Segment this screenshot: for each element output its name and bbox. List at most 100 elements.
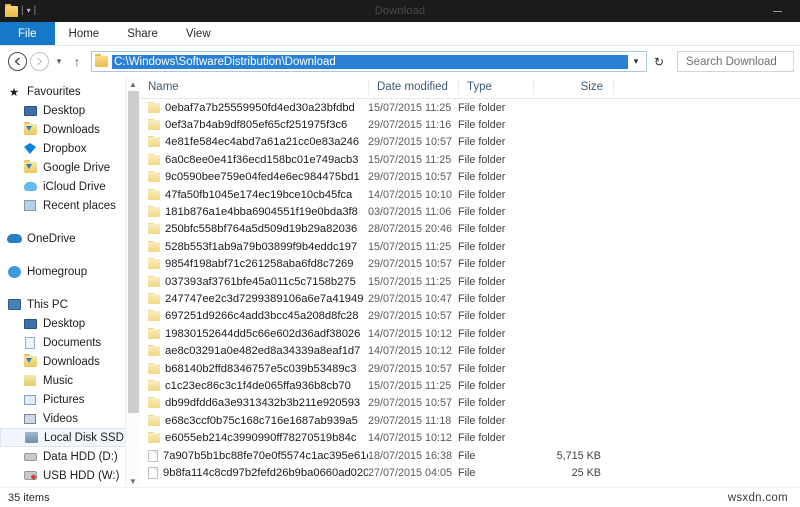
table-row[interactable]: 250bfc558bf764a5d509d19b29a82036 28/07/20…: [140, 221, 800, 238]
file-name-label: 0ebaf7a7b25559950fd4ed30a23bfdbd: [165, 101, 355, 114]
table-row[interactable]: b68140b2ffd8346757e5c039b53489c3 29/07/20…: [140, 360, 800, 377]
table-row[interactable]: e68c3ccf0b75c168c716e1687ab939a5 29/07/20…: [140, 412, 800, 429]
file-type-cell: File: [458, 466, 476, 479]
cloud-icon: [22, 182, 38, 191]
sidebar-item-google-drive[interactable]: Google Drive: [0, 158, 140, 177]
scroll-up-icon[interactable]: ▲: [126, 77, 141, 91]
sidebar-item-icloud-drive[interactable]: iCloud Drive: [0, 177, 140, 196]
sidebar-item-recent-places[interactable]: Recent places: [0, 196, 140, 215]
table-row[interactable]: 697251d9266c4add3bcc45a208d8fc28 29/07/20…: [140, 308, 800, 325]
table-row[interactable]: db99dfdd6a3e9313432b3b211e920593 29/07/20…: [140, 395, 800, 412]
table-row[interactable]: 7a907b5b1bc88fe70e0f5574c1ac395e61ce... 1…: [140, 447, 800, 464]
column-header-name[interactable]: Name: [140, 80, 368, 95]
minimize-button[interactable]: [764, 0, 790, 22]
disk-icon: [23, 432, 39, 443]
folder-icon: [148, 153, 160, 165]
sidebar-item-data-hdd-d[interactable]: Data HDD (D:): [0, 447, 140, 466]
folder-icon: [148, 171, 160, 183]
table-row[interactable]: 247747ee2c3d7299389106a6e7a41949 29/07/20…: [140, 290, 800, 307]
file-date-cell: 15/07/2015 11:25: [368, 240, 452, 253]
sidebar-item-homegroup[interactable]: Homegroup: [0, 262, 140, 281]
table-row[interactable]: 6a0c8ee0e41f36ecd158bc01e749acb3 15/07/20…: [140, 151, 800, 168]
search-input[interactable]: Search Download: [677, 51, 794, 72]
table-row[interactable]: 181b876a1e4bba6904551f19e0bda3f8 03/07/20…: [140, 203, 800, 220]
sidebar-item-local-disk-c[interactable]: Local Disk SSD (C:): [0, 428, 140, 447]
table-row[interactable]: c1c23ec86c3c1f4de065ffa936b8cb70 15/07/20…: [140, 377, 800, 394]
table-row[interactable]: 0ef3a7b4ab9df805ef65cf251975f3c6 29/07/20…: [140, 116, 800, 133]
file-date-cell: 29/07/2015 10:57: [368, 258, 453, 271]
sidebar-item-dropbox[interactable]: Dropbox: [0, 139, 140, 158]
back-button[interactable]: [8, 52, 27, 71]
sidebar-item-pc-downloads[interactable]: Downloads: [0, 352, 140, 371]
file-type-cell: File folder: [458, 101, 506, 114]
sidebar-item-pictures[interactable]: Pictures: [0, 390, 140, 409]
table-row[interactable]: 9854f198abf71c261258aba6fd8c7269 29/07/20…: [140, 256, 800, 273]
sidebar-item-usb-hdd-w[interactable]: USB HDD (W:): [0, 466, 140, 485]
table-row[interactable]: 47fa50fb1045e174ec19bce10cb45fca 14/07/20…: [140, 186, 800, 203]
table-row[interactable]: e6055eb214c3990990ff78270519b84c 14/07/20…: [140, 429, 800, 446]
file-name-cell: 0ebaf7a7b25559950fd4ed30a23bfdbd: [140, 101, 368, 114]
scroll-down-icon[interactable]: ▼: [126, 474, 141, 488]
column-header-size[interactable]: Size: [533, 80, 613, 95]
folder-icon: [148, 310, 160, 322]
sidebar-item-label: Google Drive: [43, 161, 111, 174]
sidebar-item-desktop[interactable]: Desktop: [0, 101, 140, 120]
file-name-cell: e68c3ccf0b75c168c716e1687ab939a5: [140, 414, 368, 427]
table-row[interactable]: 0ebaf7a7b25559950fd4ed30a23bfdbd 15/07/20…: [140, 99, 800, 116]
forward-button[interactable]: [30, 52, 49, 71]
up-button[interactable]: ↑: [69, 52, 85, 71]
sidebar-item-videos[interactable]: Videos: [0, 409, 140, 428]
folder-icon: [148, 275, 160, 287]
watermark: wsxdn.com: [727, 492, 788, 504]
table-row[interactable]: 037393af3761bfe45a011c5c7158b275 15/07/20…: [140, 273, 800, 290]
file-name-label: b68140b2ffd8346757e5c039b53489c3: [165, 362, 357, 375]
file-type-cell: File folder: [458, 345, 506, 358]
tab-view[interactable]: View: [172, 22, 225, 45]
table-row[interactable]: 4e81fe584ec4abd7a61a21cc0e83a246 29/07/20…: [140, 134, 800, 151]
sidebar-item-downloads[interactable]: Downloads: [0, 120, 140, 139]
tab-home[interactable]: Home: [55, 22, 114, 45]
column-header-type[interactable]: Type: [458, 80, 533, 95]
chevron-down-icon[interactable]: ▾: [628, 56, 644, 67]
column-headers: Name Date modified Type Size: [140, 77, 800, 99]
file-date-cell: 14/07/2015 10:12: [368, 345, 453, 358]
tab-file[interactable]: File: [0, 22, 55, 45]
status-bar: 35 items: [0, 487, 800, 507]
file-name-cell: 181b876a1e4bba6904551f19e0bda3f8: [140, 206, 368, 218]
file-name-label: 250bfc558bf764a5d509d19b29a82036: [165, 223, 358, 236]
file-type-cell: File folder: [458, 275, 506, 288]
picture-icon: [22, 394, 38, 405]
file-date-cell: 29/07/2015 10:47: [368, 292, 453, 305]
file-name-cell: 9c0590bee759e04fed4e6ec984475bd1: [140, 171, 368, 183]
file-date-cell: 15/07/2015 11:25: [368, 379, 452, 392]
table-row[interactable]: ae8c03291a0e482ed8a34339a8eaf1d7 14/07/20…: [140, 342, 800, 359]
sidebar-item-documents[interactable]: Documents: [0, 333, 140, 352]
address-path-text[interactable]: C:\Windows\SoftwareDistribution\Download: [112, 54, 628, 69]
table-row[interactable]: 9c0590bee759e04fed4e6ec984475bd1 29/07/20…: [140, 169, 800, 186]
recent-locations-button[interactable]: ▾: [52, 52, 66, 71]
table-row[interactable]: 528b553f1ab9a79b03899f9b4eddc197 15/07/20…: [140, 238, 800, 255]
file-name-label: 0ef3a7b4ab9df805ef65cf251975f3c6: [165, 119, 348, 132]
sidebar-item-favourites[interactable]: ★ Favourites: [0, 82, 140, 101]
sidebar-item-music[interactable]: Music: [0, 371, 140, 390]
sidebar-item-this-pc[interactable]: This PC: [0, 295, 140, 314]
refresh-icon[interactable]: ↻: [650, 55, 668, 69]
sidebar-item-onedrive[interactable]: OneDrive: [0, 229, 140, 248]
table-row[interactable]: 9b8fa114c8cd97b2fefd26b9ba0660ad0206 27/0…: [140, 464, 800, 481]
sidebar-item-pc-desktop[interactable]: Desktop: [0, 314, 140, 333]
tab-share[interactable]: Share: [113, 22, 172, 45]
file-name-cell: 19830152644dd5c66e602d36adf38026: [140, 327, 368, 340]
table-row[interactable]: 19830152644dd5c66e602d36adf38026 14/07/20…: [140, 325, 800, 342]
file-name-label: 9c0590bee759e04fed4e6ec984475bd1: [165, 171, 360, 184]
column-header-date-modified[interactable]: Date modified: [368, 80, 458, 95]
scrollbar-thumb[interactable]: [127, 91, 139, 413]
file-name-cell: c1c23ec86c3c1f4de065ffa936b8cb70: [140, 379, 368, 392]
address-field[interactable]: C:\Windows\SoftwareDistribution\Download…: [91, 51, 647, 72]
navigation-pane-scrollbar[interactable]: ▲ ▼: [125, 77, 140, 488]
file-date-cell: 29/07/2015 10:57: [368, 310, 453, 323]
document-icon: [22, 336, 38, 349]
file-name-label: 181b876a1e4bba6904551f19e0bda3f8: [165, 206, 358, 219]
sidebar-item-label: iCloud Drive: [43, 180, 106, 193]
